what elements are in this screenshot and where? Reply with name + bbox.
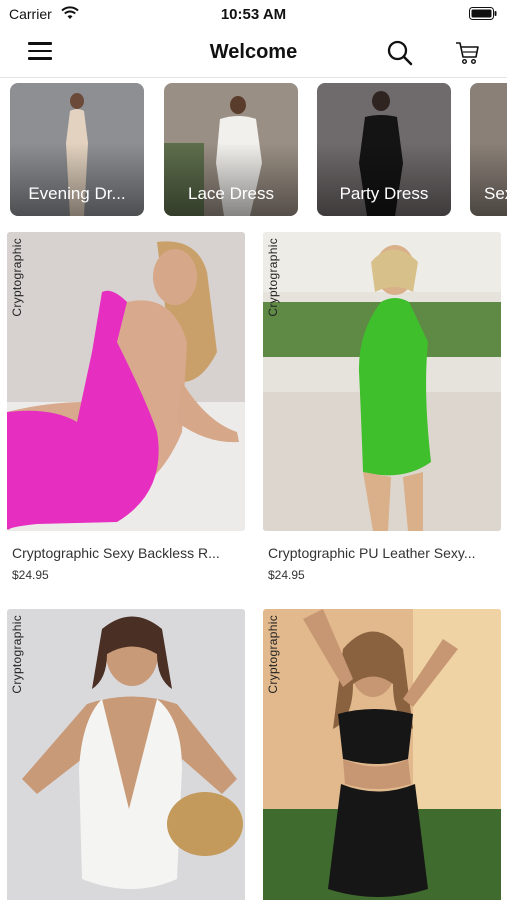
status-bar: Carrier 10:53 AM xyxy=(0,0,507,28)
category-label: Evening Dr... xyxy=(28,184,126,203)
product-model-photo xyxy=(7,241,245,531)
cart-icon[interactable] xyxy=(454,40,480,66)
product-name[interactable]: Cryptographic Sexy Backless R... xyxy=(7,545,245,561)
dress-shape xyxy=(328,784,428,897)
product-image[interactable]: Cryptographic xyxy=(7,609,245,900)
status-time: 10:53 AM xyxy=(220,6,287,23)
product-name[interactable]: Cryptographic PU Leather Sexy... xyxy=(263,545,501,561)
brand-watermark: Cryptographic xyxy=(266,615,280,694)
category-carousel[interactable]: Evening Dr... Lace Dress Party Dress Sex xyxy=(0,83,507,218)
category-label: Sex xyxy=(484,184,507,203)
brand-watermark: Cryptographic xyxy=(266,238,280,317)
product-model-photo xyxy=(22,616,243,889)
product-price: $24.95 xyxy=(12,568,49,582)
product-image[interactable]: Cryptographic xyxy=(263,232,501,531)
product-model-photo xyxy=(263,232,501,531)
product-model-photo xyxy=(263,609,501,900)
brand-watermark: Cryptographic xyxy=(10,238,24,317)
navigation-bar: Welcome xyxy=(0,28,507,78)
category-label: Lace Dress xyxy=(188,184,274,203)
product-card[interactable]: Cryptographic xyxy=(263,609,501,900)
category-card-sexy[interactable]: Sex xyxy=(470,83,507,216)
category-card-party-dress[interactable]: Party Dress xyxy=(317,83,451,216)
product-price: $24.95 xyxy=(268,568,305,582)
brand-watermark: Cryptographic xyxy=(10,615,24,694)
category-label: Party Dress xyxy=(339,184,429,203)
page-title: Welcome xyxy=(209,41,298,63)
battery-icon xyxy=(469,7,497,20)
product-image[interactable]: Cryptographic xyxy=(263,609,501,900)
category-card-evening-dress[interactable]: Evening Dr... xyxy=(10,83,144,216)
product-card[interactable]: Cryptographic xyxy=(7,609,245,900)
product-card[interactable]: Cryptographic Cryptographic PU Leather S… xyxy=(263,232,501,582)
product-card[interactable]: Cryptographic Cryptographic Sexy Backles… xyxy=(7,232,245,582)
search-icon[interactable] xyxy=(386,39,414,67)
product-image[interactable]: Cryptographic xyxy=(7,232,245,531)
dress-shape xyxy=(338,709,413,764)
category-card-lace-dress[interactable]: Lace Dress xyxy=(164,83,298,216)
